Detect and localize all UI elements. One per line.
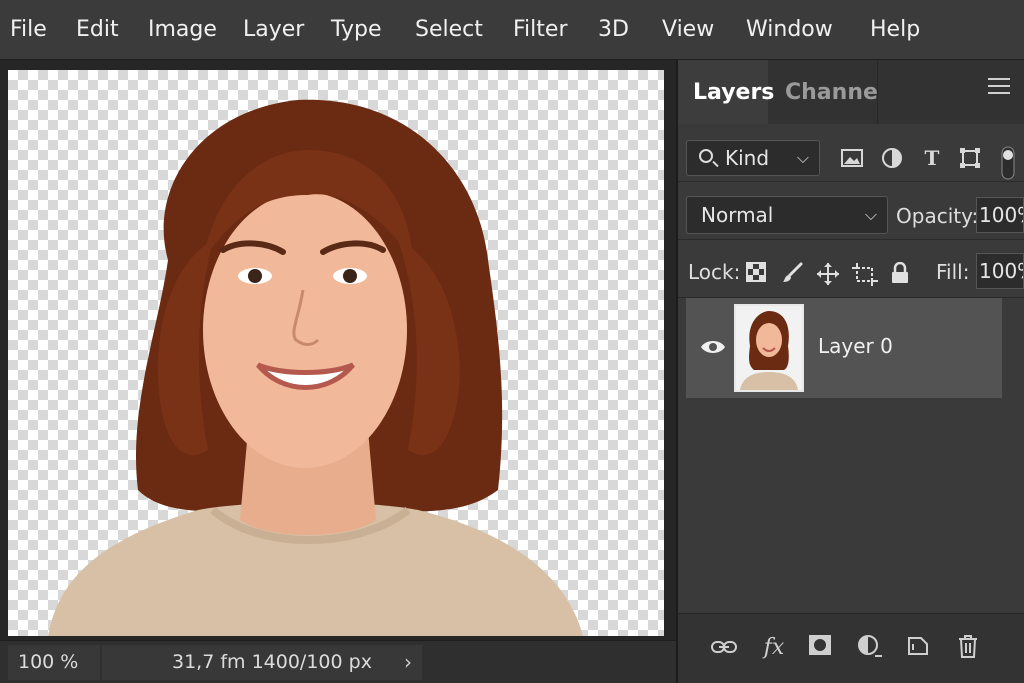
fx-icon[interactable]: fx <box>760 634 788 662</box>
zoom-level[interactable]: 100 % <box>8 645 100 680</box>
shape-icon[interactable] <box>958 146 982 170</box>
image-icon[interactable] <box>840 146 864 170</box>
chevron-down-icon: ⌵ <box>796 148 809 167</box>
status-bar: 100 % 31,7 fm 1400/100 px › <box>0 640 676 683</box>
menu-bar: File Edit Image Layer Type Select Filter… <box>0 0 1024 60</box>
face <box>203 192 407 468</box>
menu-help[interactable]: Help <box>866 17 924 42</box>
menu-type[interactable]: Type <box>327 17 386 42</box>
eye-icon[interactable] <box>700 336 726 358</box>
panel-tabs: Layers Channe <box>678 60 1024 124</box>
blend-mode-select[interactable]: Normal ⌵ <box>686 196 888 234</box>
new-layer-icon[interactable] <box>904 634 932 662</box>
filter-kind-label: Kind <box>725 146 770 170</box>
canvas-area <box>0 60 676 640</box>
type-icon[interactable]: T <box>920 146 944 170</box>
panel-menu-icon[interactable] <box>988 78 1010 98</box>
document-info[interactable]: 31,7 fm 1400/100 px › <box>102 645 422 680</box>
layers-panel-toolbar: fx <box>678 613 1024 683</box>
blend-mode-value: Normal <box>701 203 774 227</box>
menu-select[interactable]: Select <box>411 17 487 42</box>
trash-icon[interactable] <box>954 634 982 662</box>
fill-label: Fill: <box>936 260 970 284</box>
menu-layer[interactable]: Layer <box>239 17 308 42</box>
new-adjustment-icon[interactable] <box>856 634 884 662</box>
document-canvas[interactable] <box>8 70 664 636</box>
adjustment-icon[interactable] <box>880 146 904 170</box>
layer-filter-row: Kind ⌵ T <box>678 124 1024 182</box>
document-info-arrow-icon[interactable]: › <box>404 645 412 680</box>
move-icon[interactable] <box>816 262 840 286</box>
layer-row[interactable]: Layer 0 <box>686 298 1002 398</box>
lock-transparent-pixels-icon[interactable] <box>744 262 768 286</box>
menu-3d[interactable]: 3D <box>594 17 633 42</box>
portrait-image <box>48 99 583 636</box>
mask-icon[interactable] <box>806 634 834 662</box>
artboard-icon[interactable] <box>852 262 878 286</box>
menu-window[interactable]: Window <box>742 17 837 42</box>
layers-panel: Layers Channe Kind ⌵ T Normal ⌵ Opacity: <box>676 60 1024 683</box>
opacity-label: Opacity: <box>896 204 979 228</box>
search-icon <box>699 149 713 163</box>
chevron-down-icon: ⌵ <box>864 205 877 224</box>
brush-icon[interactable] <box>780 262 804 286</box>
layer-thumbnail-image <box>740 311 798 390</box>
lock-row: Lock: Fill: 100% <box>678 240 1024 298</box>
blend-row: Normal ⌵ Opacity: 100% <box>678 182 1024 240</box>
tab-layers[interactable]: Layers <box>678 60 774 124</box>
menu-image[interactable]: Image <box>144 17 221 42</box>
layer-thumbnail <box>734 304 804 392</box>
document-info-text: 31,7 fm 1400/100 px <box>172 651 372 673</box>
smart-object-icon[interactable] <box>996 146 1020 180</box>
lock-icon[interactable] <box>888 261 912 286</box>
opacity-input[interactable]: 100% <box>976 197 1024 233</box>
menu-file[interactable]: File <box>6 17 51 42</box>
link-icon[interactable] <box>710 634 738 662</box>
layer-name: Layer 0 <box>818 334 893 358</box>
tab-channels[interactable]: Channe <box>770 60 878 124</box>
fill-input[interactable]: 100% <box>976 253 1024 289</box>
menu-view[interactable]: View <box>658 17 718 42</box>
menu-filter[interactable]: Filter <box>509 17 571 42</box>
lock-label: Lock: <box>688 260 741 284</box>
menu-edit[interactable]: Edit <box>72 17 123 42</box>
filter-kind-select[interactable]: Kind ⌵ <box>686 140 820 176</box>
